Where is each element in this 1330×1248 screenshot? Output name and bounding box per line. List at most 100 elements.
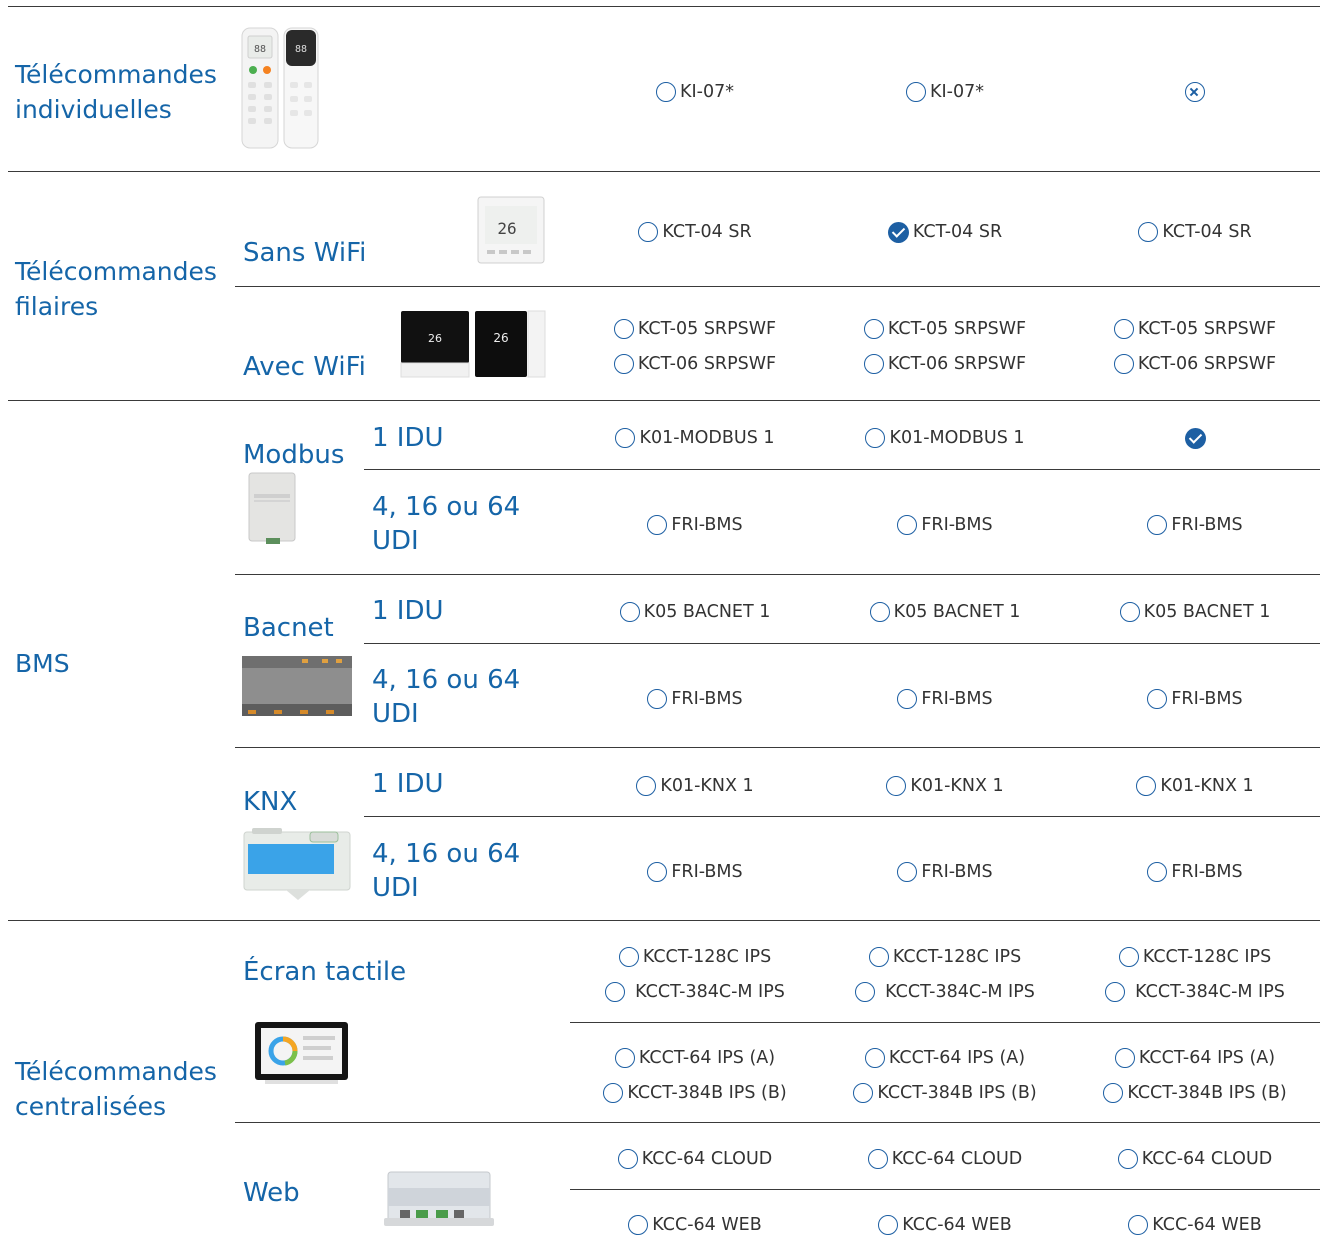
radio-option-icon[interactable] bbox=[619, 602, 640, 622]
cell-sans-wifi-1: KCT-04 SR bbox=[570, 220, 820, 244]
cell-avec-wifi-b1: KCT-06 SRPSWF bbox=[570, 352, 820, 376]
radio-option-icon[interactable] bbox=[1128, 1215, 1149, 1235]
rule bbox=[235, 747, 1320, 748]
heading-line: Télécommandes bbox=[15, 257, 217, 286]
radio-option-icon[interactable] bbox=[863, 319, 884, 339]
radio-option-icon[interactable] bbox=[1103, 1083, 1124, 1103]
rule bbox=[364, 643, 1320, 644]
label-line: 4, 16 ou 64 bbox=[372, 839, 521, 869]
cell-web-web-2: KCC-64 WEB bbox=[820, 1213, 1070, 1237]
radio-option-icon[interactable] bbox=[1147, 862, 1168, 882]
cell-avec-wifi-b3: KCT-06 SRPSWF bbox=[1070, 352, 1320, 376]
radio-option-icon[interactable] bbox=[638, 222, 659, 242]
radio-option-icon[interactable] bbox=[614, 1048, 635, 1068]
radio-option-icon[interactable] bbox=[1136, 776, 1157, 796]
radio-option-icon[interactable] bbox=[897, 515, 918, 535]
radio-option-icon[interactable] bbox=[863, 354, 884, 374]
rule bbox=[8, 400, 1320, 401]
svg-text:26: 26 bbox=[428, 332, 442, 345]
label-avec-wifi: Avec WiFi bbox=[243, 352, 366, 382]
radio-option-icon[interactable] bbox=[1117, 1149, 1138, 1169]
radio-option-icon[interactable] bbox=[897, 862, 918, 882]
cell-web-cloud-3: KCC-64 CLOUD bbox=[1070, 1147, 1320, 1171]
radio-option-icon[interactable] bbox=[1147, 515, 1168, 535]
label-1-idu: 1 IDU bbox=[372, 423, 444, 453]
radio-option-icon[interactable] bbox=[647, 515, 668, 535]
label-1-idu: 1 IDU bbox=[372, 769, 444, 799]
radio-option-icon[interactable] bbox=[906, 82, 926, 102]
radio-option-icon[interactable] bbox=[855, 982, 876, 1002]
radio-option-icon[interactable] bbox=[1114, 1048, 1135, 1068]
model-label: KCCT-384C-M IPS bbox=[635, 982, 785, 1002]
label-udi: 4, 16 ou 64 UDI bbox=[372, 663, 520, 731]
radio-option-icon[interactable] bbox=[636, 776, 657, 796]
touch-screen-image bbox=[255, 1022, 348, 1084]
cell-individual-3 bbox=[1070, 80, 1320, 104]
cell-avec-wifi-a2: KCT-05 SRPSWF bbox=[820, 317, 1070, 341]
radio-option-icon[interactable] bbox=[878, 1215, 899, 1235]
model-label: FRI-BMS bbox=[671, 515, 743, 535]
heading-line: filaires bbox=[15, 292, 99, 321]
model-label: KCT-04 SR bbox=[1162, 222, 1252, 242]
model-label: KCT-04 SR bbox=[912, 222, 1003, 242]
radio-option-icon[interactable] bbox=[603, 1083, 624, 1103]
cell-modbus-idu-2: K01-MODBUS 1 bbox=[820, 426, 1070, 450]
heading-line: individuelles bbox=[15, 95, 172, 124]
radio-option-icon[interactable] bbox=[1113, 319, 1134, 339]
model-label: KCCT-128C IPS bbox=[1142, 947, 1272, 967]
radio-option-icon[interactable] bbox=[615, 428, 636, 448]
radio-option-icon[interactable] bbox=[647, 689, 668, 709]
cell-touch-a1-1: KCCT-128C IPS bbox=[570, 945, 820, 969]
radio-option-icon[interactable] bbox=[605, 982, 626, 1002]
cell-knx-idu-1: K01-KNX 1 bbox=[570, 774, 820, 798]
radio-option-icon[interactable] bbox=[1113, 354, 1134, 374]
radio-option-icon[interactable] bbox=[613, 319, 634, 339]
radio-option-icon[interactable] bbox=[617, 1149, 638, 1169]
heading-line: Télécommandes bbox=[15, 1057, 217, 1086]
model-label: KCCT-384B IPS (B) bbox=[1127, 1083, 1287, 1103]
cell-individual-2: KI-07* bbox=[820, 80, 1070, 104]
label-web: Web bbox=[243, 1178, 300, 1208]
cell-sans-wifi-2: KCT-04 SR bbox=[820, 220, 1070, 244]
heading-individual: Télécommandes individuelles bbox=[15, 57, 217, 127]
radio-option-icon[interactable] bbox=[618, 947, 639, 967]
radio-option-icon[interactable] bbox=[897, 689, 918, 709]
label-bacnet: Bacnet bbox=[243, 613, 334, 643]
radio-option-icon[interactable] bbox=[869, 602, 890, 622]
radio-option-icon[interactable] bbox=[1118, 947, 1139, 967]
cell-web-web-1: KCC-64 WEB bbox=[570, 1213, 820, 1237]
model-label: KCC-64 CLOUD bbox=[891, 1149, 1023, 1169]
radio-option-icon[interactable] bbox=[853, 1083, 874, 1103]
rule bbox=[235, 574, 1320, 575]
radio-option-icon[interactable] bbox=[864, 1048, 885, 1068]
heading-bms: BMS bbox=[15, 649, 70, 678]
radio-option-icon[interactable] bbox=[1105, 982, 1126, 1002]
label-touch-screen: Écran tactile bbox=[243, 957, 407, 987]
radio-option-icon[interactable] bbox=[613, 354, 634, 374]
radio-option-icon[interactable] bbox=[868, 947, 889, 967]
model-label: KCCT-384C-M IPS bbox=[1135, 982, 1285, 1002]
cell-bacnet-udi-1: FRI-BMS bbox=[570, 687, 820, 711]
radio-option-icon[interactable] bbox=[865, 428, 886, 448]
model-label: KCCT-64 IPS (A) bbox=[888, 1048, 1026, 1068]
radio-option-icon[interactable] bbox=[647, 862, 668, 882]
model-label: KCCT-64 IPS (A) bbox=[638, 1048, 776, 1068]
cell-knx-udi-1: FRI-BMS bbox=[570, 860, 820, 884]
radio-option-icon[interactable] bbox=[656, 82, 676, 102]
radio-option-icon[interactable] bbox=[1119, 602, 1140, 622]
rule bbox=[570, 1022, 1320, 1023]
radio-option-icon[interactable] bbox=[867, 1149, 888, 1169]
radio-option-icon[interactable] bbox=[1147, 689, 1168, 709]
rule bbox=[364, 816, 1320, 817]
cell-touch-b2-3: KCCT-384B IPS (B) bbox=[1070, 1081, 1320, 1105]
model-label: K01-KNX 1 bbox=[1160, 776, 1254, 796]
radio-option-icon[interactable] bbox=[886, 776, 907, 796]
label-udi: 4, 16 ou 64 UDI bbox=[372, 837, 520, 905]
radio-option-icon[interactable] bbox=[628, 1215, 649, 1235]
radio-option-icon[interactable] bbox=[1138, 222, 1159, 242]
model-label: K05 BACNET 1 bbox=[643, 602, 771, 622]
label-udi: 4, 16 ou 64 UDI bbox=[372, 490, 520, 558]
cell-modbus-udi-3: FRI-BMS bbox=[1070, 513, 1320, 537]
label-modbus: Modbus bbox=[243, 440, 345, 470]
label-line: 4, 16 ou 64 bbox=[372, 665, 521, 695]
